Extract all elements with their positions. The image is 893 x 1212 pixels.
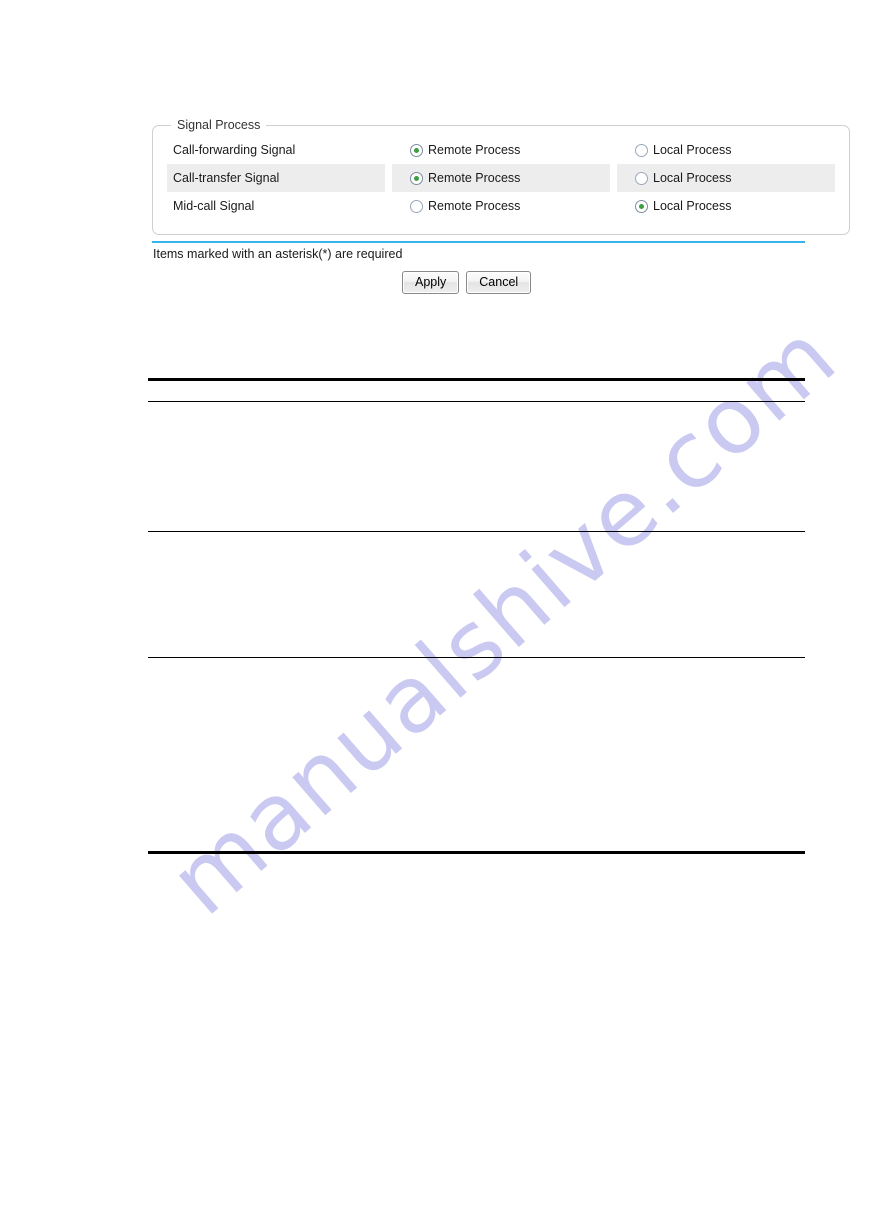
apply-button[interactable]: Apply [402,271,460,294]
signal-process-fieldset: Signal Process Call-forwarding Signal Rem… [152,118,850,235]
cell-spacer [610,164,617,192]
radio-unselected-icon[interactable] [410,199,423,213]
radio-selected-icon[interactable] [410,171,423,185]
cell-spacer [385,136,392,164]
rule-section-2 [148,657,805,658]
section-separator [152,241,805,243]
radio-option-label: Remote Process [428,143,521,157]
cell-spacer [610,192,617,220]
rule-bottom-thick [148,851,805,854]
signal-row: Mid-call Signal Remote Process Local Proce… [167,192,835,220]
cell-spacer [385,192,392,220]
signal-row: Call-forwarding Signal Remote Process Loca… [167,136,835,164]
watermark-text: manualshive.com [150,301,857,936]
fieldset-legend: Signal Process [177,118,261,132]
radio-unselected-icon[interactable] [635,171,648,185]
rule-top-thick [148,378,805,381]
radio-option[interactable]: Local Process [617,192,835,220]
cancel-button[interactable]: Cancel [466,271,532,294]
radio-option[interactable]: Remote Process [392,192,610,220]
cell-spacer [610,136,617,164]
signal-row-label: Call-forwarding Signal [173,143,296,157]
signal-row-label: Mid-call Signal [173,199,255,213]
form-button-bar: Apply Cancel [152,271,808,294]
radio-option-label: Local Process [653,199,732,213]
radio-option-label: Remote Process [428,171,521,185]
radio-selected-icon[interactable] [410,143,423,157]
radio-option-label: Local Process [653,143,732,157]
cell-spacer [385,164,392,192]
signal-row: Call-transfer Signal Remote Process Local … [167,164,835,192]
rule-header-thin [148,401,805,402]
required-fields-note: Items marked with an asterisk(*) are req… [153,247,403,261]
radio-selected-icon[interactable] [635,199,648,213]
radio-option[interactable]: Remote Process [392,164,610,192]
radio-option[interactable]: Local Process [617,136,835,164]
signal-row-label: Call-transfer Signal [167,164,385,192]
rule-section-1 [148,531,805,532]
radio-option[interactable]: Local Process [617,164,835,192]
radio-unselected-icon[interactable] [635,143,648,157]
radio-option-label: Local Process [653,171,732,185]
signal-process-form: Signal Process Call-forwarding Signal Rem… [152,118,850,294]
radio-option-label: Remote Process [428,199,521,213]
signal-rows: Call-forwarding Signal Remote Process Loca… [153,132,849,234]
radio-option[interactable]: Remote Process [392,136,610,164]
